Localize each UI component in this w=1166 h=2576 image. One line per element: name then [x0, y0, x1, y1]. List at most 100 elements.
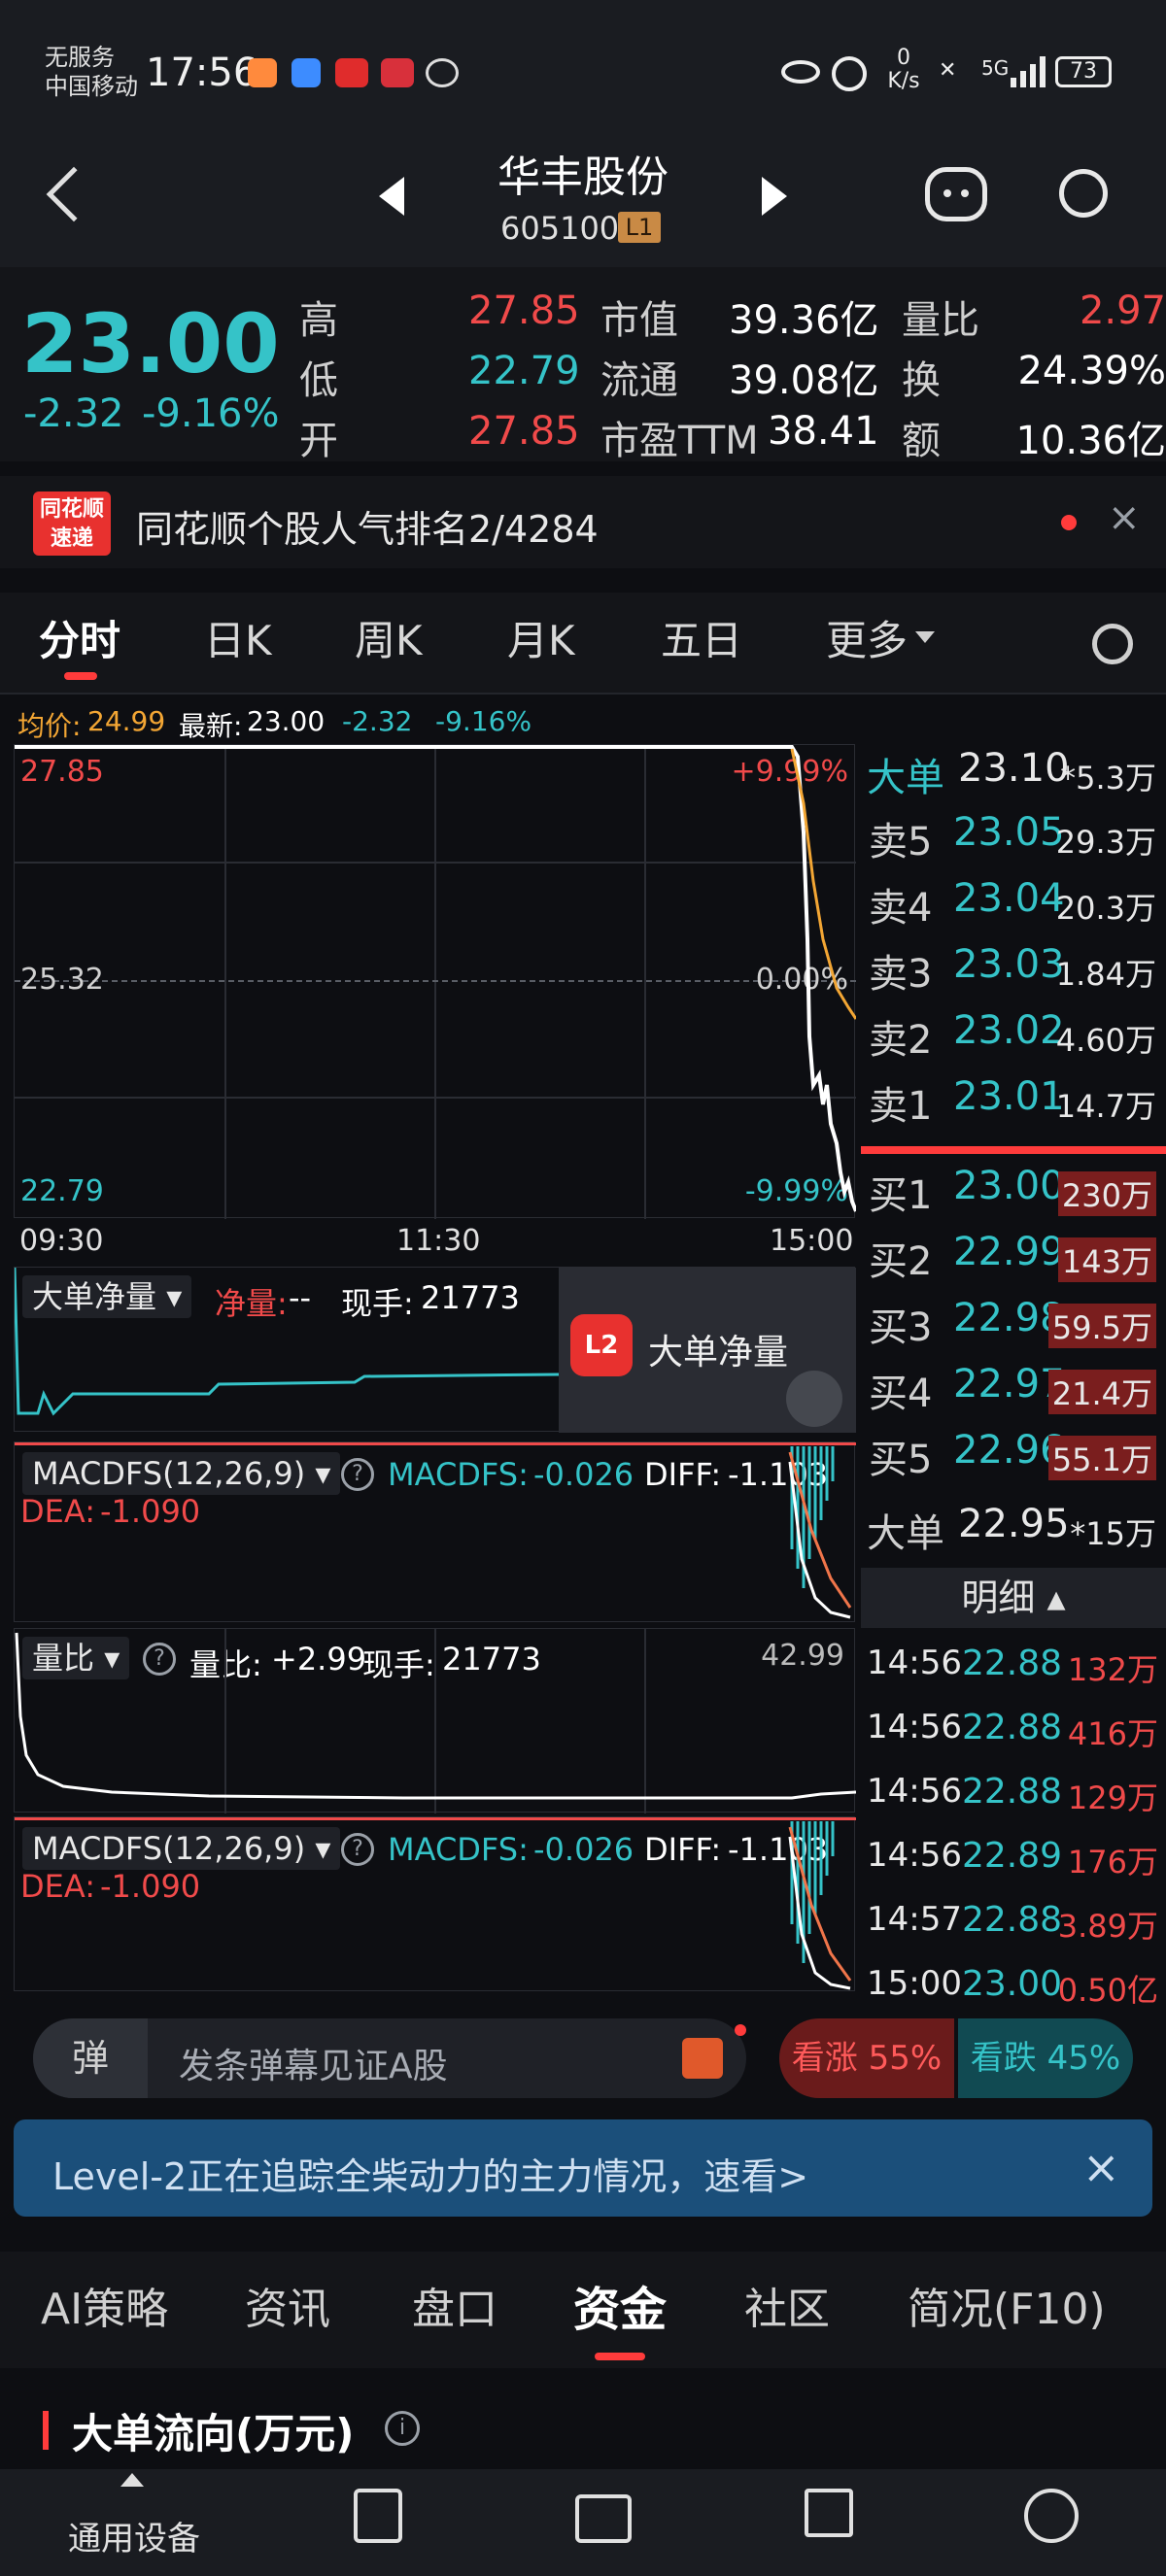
tab-news[interactable]: 资讯 [245, 2252, 330, 2368]
volume-ratio-panel[interactable]: 量比 ▾ ? 量比: +2.99 现手: 21773 42.99 [14, 1628, 856, 1813]
macd-panel-2[interactable]: MACDFS(12,26,9) ▾ ? MACDFS: -0.026 DIFF:… [14, 1816, 856, 1991]
chat-notify-icon [426, 58, 459, 87]
big-sell-label: 大单 [867, 756, 944, 800]
add-watchlist-icon[interactable] [575, 2494, 632, 2543]
level2-banner[interactable]: Level-2正在追踪全柴动力的主力情况，速看> × [14, 2119, 1152, 2217]
section-marker [43, 2411, 49, 2450]
banner-text: Level-2正在追踪全柴动力的主力情况，速看> [52, 2155, 809, 2198]
net-speed-value: 0 [897, 46, 910, 70]
high-value: 27.85 [468, 288, 580, 333]
x-label-noon: 11:30 [396, 1224, 481, 1258]
chart-settings-icon[interactable] [1092, 624, 1133, 664]
tab-orderbook[interactable]: 盘口 [412, 2252, 497, 2368]
stock-name: 华丰股份 [497, 153, 669, 202]
prev-stock-icon[interactable] [379, 177, 404, 216]
float-label: 流通 [600, 358, 678, 403]
level2-overlay[interactable]: L2 大单净量 [559, 1268, 856, 1433]
last-price: 23.00 [21, 296, 280, 391]
chevron-up-icon[interactable] [120, 2473, 144, 2487]
info-icon[interactable]: i [385, 2411, 420, 2446]
big-sell-price: 23.10 [958, 746, 1070, 791]
remove-watchlist-icon[interactable] [805, 2489, 853, 2537]
tab-ai-strategy[interactable]: AI策略 [41, 2252, 168, 2368]
clock: 17:56 [146, 51, 258, 95]
bid-row[interactable]: 买3 22.98 59.5万 [861, 1296, 1166, 1360]
bullish-button[interactable]: 看涨 55% [779, 2018, 954, 2098]
ask-vol: 20.3万 [1055, 890, 1156, 927]
stock-app-icon [335, 58, 368, 87]
ask-price: 23.02 [953, 1008, 1065, 1053]
tab-community[interactable]: 社区 [744, 2252, 830, 2368]
close-icon[interactable]: × [1082, 2141, 1120, 2193]
tick-price: 22.88 [962, 1772, 1063, 1812]
chart-tabs: 分时 日K 周K 月K 五日 更多 [0, 593, 1166, 695]
popularity-bar[interactable]: 同花顺 速递 同花顺个股人气排名2/4284 × [0, 476, 1166, 568]
danmu-input-bar[interactable]: 弹 发条弹幕见证A股 [33, 2018, 746, 2098]
order-icon[interactable] [354, 2489, 402, 2543]
bearish-button[interactable]: 看跌 45% [958, 2018, 1133, 2098]
ask-row[interactable]: 卖1 23.01 14.7万 [861, 1074, 1166, 1138]
tab-day-k[interactable]: 日K [204, 593, 272, 690]
intraday-chg-pct: -9.16% [435, 705, 532, 737]
menu-icon[interactable] [1024, 2489, 1079, 2543]
tick-row: 14:57 22.88 3.89万 [861, 1894, 1166, 1958]
mktcap-label: 市值 [600, 298, 678, 343]
logo-line1: 同花顺 [39, 497, 104, 522]
open-label: 开 [299, 419, 338, 463]
tab-f10[interactable]: 简况(F10) [908, 2252, 1106, 2368]
robot-assistant-icon[interactable] [925, 167, 987, 221]
turnover-label: 换 [902, 358, 941, 403]
tick-price: 22.88 [962, 1644, 1063, 1683]
price-change-pct: -9.16% [142, 391, 280, 436]
gift-icon[interactable] [682, 2038, 723, 2079]
signal-bars-icon [1011, 56, 1046, 87]
bid-label: 买1 [869, 1173, 933, 1218]
ask-price: 23.03 [953, 942, 1065, 987]
battery-icon: 73 [1055, 56, 1112, 87]
back-arrow-icon[interactable] [46, 166, 102, 222]
ask-price: 23.05 [953, 810, 1065, 855]
bid-vol: 59.5万 [1047, 1304, 1156, 1348]
danmu-icon[interactable]: 弹 [33, 2018, 148, 2098]
close-icon[interactable]: × [1108, 495, 1141, 540]
next-stock-icon[interactable] [762, 177, 787, 216]
price-line-svg [15, 745, 856, 1212]
low-label: 低 [299, 358, 338, 403]
macd-hist-svg-1 [788, 1446, 852, 1619]
tab-week-k[interactable]: 周K [355, 593, 423, 690]
big-order-panel[interactable]: 大单净量 ▾ 净量: -- 现手: 21773 L2 大单净量 [14, 1267, 856, 1433]
signal-5g-icon: 5G [981, 56, 1010, 80]
expand-icon[interactable] [786, 1371, 842, 1427]
bid-price: 23.00 [953, 1164, 1065, 1208]
intraday-chart[interactable]: 27.85 25.32 22.79 +9.99% 0.00% -9.99% [14, 744, 856, 1219]
tab-capital[interactable]: 资金 [573, 2252, 667, 2368]
x-label-close: 15:00 [770, 1224, 854, 1258]
nav-industry[interactable]: 通用设备 [68, 2512, 200, 2559]
tab-five-day[interactable]: 五日 [661, 593, 742, 690]
alarm-icon [832, 56, 867, 91]
macd-panel-1[interactable]: MACDFS(12,26,9) ▾ ? MACDFS: -0.026 DIFF:… [14, 1441, 856, 1622]
mktcap-value: 39.36亿 [729, 298, 879, 343]
tab-more[interactable]: 更多 [826, 593, 908, 690]
big-sell-row: 大单 23.10 *5.3万 [861, 746, 1166, 810]
danmu-placeholder: 发条弹幕见证A股 [179, 2047, 448, 2086]
ask-row[interactable]: 卖4 23.04 20.3万 [861, 876, 1166, 940]
bid-row[interactable]: 买1 23.00 230万 [861, 1164, 1166, 1228]
ask-row[interactable]: 卖3 23.03 1.84万 [861, 942, 1166, 1006]
bid-row[interactable]: 买5 22.96 55.1万 [861, 1428, 1166, 1492]
bid-row[interactable]: 买2 22.99 143万 [861, 1230, 1166, 1294]
ask-row[interactable]: 卖5 23.05 29.3万 [861, 810, 1166, 874]
ask-price: 23.01 [953, 1074, 1065, 1119]
bid-label: 买5 [869, 1438, 933, 1482]
tab-month-k[interactable]: 月K [507, 593, 575, 690]
ask-row[interactable]: 卖2 23.02 4.60万 [861, 1008, 1166, 1072]
overlay-text: 大单净量 [648, 1333, 789, 1373]
news-app-icon [381, 58, 414, 87]
bid-row[interactable]: 买4 22.97 21.4万 [861, 1362, 1166, 1426]
pe-value: 38.41 [768, 409, 879, 454]
tick-vol: 0.50亿 [1057, 1972, 1158, 2009]
section-title: 大单流向(万元) [72, 2410, 355, 2457]
search-icon[interactable] [1059, 169, 1108, 218]
vr-value: 2.97 [1079, 288, 1166, 333]
detail-toggle[interactable]: 明细 ▴ [861, 1568, 1166, 1628]
